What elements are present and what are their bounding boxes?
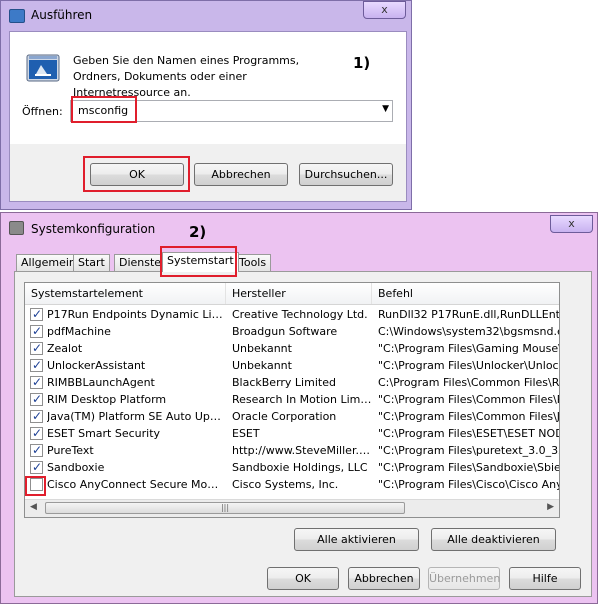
table-row[interactable]: PureText http://www.SteveMiller.net "C:\Pr…: [25, 442, 559, 459]
table-row[interactable]: RIMBBLaunchAgent BlackBerry Limited C:\Pro…: [25, 374, 559, 391]
row-checkbox[interactable]: [30, 425, 43, 442]
cell-item: ESET Smart Security: [47, 427, 161, 440]
horizontal-scrollbar[interactable]: ◀ ||| ▶: [25, 499, 559, 517]
sysconfig-title: Systemkonfiguration: [31, 222, 156, 236]
highlight-systemstart-tab: [160, 246, 237, 277]
scroll-right-icon[interactable]: ▶: [547, 502, 554, 512]
run-dialog-client: Geben Sie den Namen eines Programms, Ord…: [9, 31, 407, 202]
startup-list[interactable]: Systemstartelement Hersteller Befehl P17…: [24, 282, 560, 518]
row-checkbox[interactable]: [30, 442, 43, 459]
run-cancel-button[interactable]: Abbrechen: [194, 163, 288, 186]
table-row[interactable]: Sandboxie Sandboxie Holdings, LLC "C:\Prog…: [25, 459, 559, 476]
open-label: Öffnen:: [22, 105, 63, 118]
column-header-item[interactable]: Systemstartelement: [25, 283, 226, 304]
cell-item: UnlockerAssistant: [47, 359, 146, 372]
row-checkbox[interactable]: [30, 374, 43, 391]
cell-vendor: Broadgun Software: [232, 325, 338, 338]
cell-item: RIMBBLaunchAgent: [47, 376, 155, 389]
cell-item: Java(TM) Platform SE Auto Updater: [47, 410, 223, 423]
cell-item: P17Run Endpoints Dynamic Link Li...: [47, 308, 223, 321]
list-header: Systemstartelement Hersteller Befehl: [25, 283, 559, 305]
table-row[interactable]: Cisco AnyConnect Secure Mobility... Cisco…: [25, 476, 559, 493]
cell-command: "C:\Program Files\ESET\ESET NOD32: [378, 427, 559, 440]
table-row[interactable]: pdfMachine Broadgun Software C:\Windows\sy…: [25, 323, 559, 340]
cell-vendor: BlackBerry Limited: [232, 376, 336, 389]
close-icon: x: [381, 3, 388, 16]
table-row[interactable]: Java(TM) Platform SE Auto Updater Oracle …: [25, 408, 559, 425]
close-icon: x: [568, 217, 575, 230]
sysconfig-apply-button[interactable]: Übernehmen: [428, 567, 500, 590]
cell-command: "C:\Program Files\Sandboxie\SbieCtrl: [378, 461, 559, 474]
run-description: Geben Sie den Namen eines Programms, Ord…: [73, 54, 300, 99]
cell-command: "C:\Program Files\Cisco\Cisco AnyCo: [378, 478, 559, 491]
sysconfig-close-button[interactable]: x: [550, 215, 593, 233]
table-row[interactable]: P17Run Endpoints Dynamic Link Li... Creat…: [25, 306, 559, 323]
cell-item: Zealot: [47, 342, 83, 355]
table-row[interactable]: Zealot Unbekannt "C:\Program Files\Gaming …: [25, 340, 559, 357]
tab-dienste[interactable]: Dienste: [114, 254, 167, 271]
row-checkbox[interactable]: [30, 340, 43, 357]
cell-vendor: Unbekannt: [232, 359, 292, 372]
cell-command: RunDll32 P17RunE.dll,RunDLLEntry: [378, 308, 559, 321]
highlight-open-input: [71, 96, 137, 123]
cell-item: RIM Desktop Platform: [47, 393, 167, 406]
cell-vendor: Sandboxie Holdings, LLC: [232, 461, 368, 474]
cell-vendor: Creative Technology Ltd.: [232, 308, 368, 321]
step-label-1: 1): [353, 54, 371, 72]
highlight-ok-button: [83, 156, 190, 192]
table-row[interactable]: UnlockerAssistant Unbekannt "C:\Program Fi…: [25, 357, 559, 374]
enable-all-button[interactable]: Alle aktivieren: [294, 528, 419, 551]
column-header-vendor[interactable]: Hersteller: [226, 283, 372, 304]
scrollbar-thumb[interactable]: |||: [45, 502, 405, 514]
tab-start[interactable]: Start: [73, 254, 110, 271]
table-row[interactable]: ESET Smart Security ESET "C:\Program Files…: [25, 425, 559, 442]
run-dialog: Ausführen x Geben Sie den Namen eines Pr…: [0, 0, 412, 210]
cell-vendor: Research In Motion Limited: [232, 393, 372, 406]
scroll-left-icon[interactable]: ◀: [30, 502, 37, 512]
run-dialog-title: Ausführen: [31, 8, 93, 22]
cell-item: Sandboxie: [47, 461, 105, 474]
cell-vendor: Cisco Systems, Inc.: [232, 478, 339, 491]
cell-item: Cisco AnyConnect Secure Mobility...: [47, 478, 223, 491]
cell-item: PureText: [47, 444, 94, 457]
cell-command: "C:\Program Files\Unlocker\UnlockerA: [378, 359, 559, 372]
cell-command: C:\Windows\system32\bgsmsnd.exe: [378, 325, 559, 338]
row-checkbox[interactable]: [30, 408, 43, 425]
cell-item: pdfMachine: [47, 325, 111, 338]
row-checkbox[interactable]: [30, 459, 43, 476]
run-app-icon: [9, 9, 25, 23]
row-checkbox[interactable]: [30, 357, 43, 374]
chevron-down-icon[interactable]: ▼: [382, 104, 389, 114]
sysconfig-ok-button[interactable]: OK: [267, 567, 339, 590]
cell-vendor: Oracle Corporation: [232, 410, 337, 423]
tab-tools[interactable]: Tools: [234, 254, 272, 271]
cell-command: "C:\Program Files\Common Files\Rese: [378, 393, 559, 406]
disable-all-button[interactable]: Alle deaktivieren: [431, 528, 556, 551]
run-browse-button[interactable]: Durchsuchen...: [299, 163, 393, 186]
row-checkbox[interactable]: [30, 391, 43, 408]
row-checkbox[interactable]: [30, 323, 43, 340]
run-close-button[interactable]: x: [363, 1, 406, 19]
sysconfig-help-button[interactable]: Hilfe: [509, 567, 581, 590]
sysconfig-app-icon: [9, 221, 24, 235]
highlight-unchecked-box: [25, 476, 46, 496]
tab-allgemein[interactable]: Allgemein: [16, 254, 81, 271]
cell-command: "C:\Program Files\puretext_3.0_32-b: [378, 444, 559, 457]
cell-vendor: Unbekannt: [232, 342, 292, 355]
cell-vendor: http://www.SteveMiller.net: [232, 444, 372, 457]
cell-command: C:\Program Files\Common Files\Resea: [378, 376, 559, 389]
sysconfig-cancel-button[interactable]: Abbrechen: [348, 567, 420, 590]
cell-vendor: ESET: [232, 427, 260, 440]
cell-command: "C:\Program Files\Gaming Mouse\Mor: [378, 342, 559, 355]
run-icon: [26, 54, 60, 82]
column-header-command[interactable]: Befehl: [372, 283, 559, 304]
row-checkbox[interactable]: [30, 306, 43, 323]
cell-command: "C:\Program Files\Common Files\Java: [378, 410, 559, 423]
table-row[interactable]: RIM Desktop Platform Research In Motion L…: [25, 391, 559, 408]
step-label-2: 2): [189, 223, 207, 241]
